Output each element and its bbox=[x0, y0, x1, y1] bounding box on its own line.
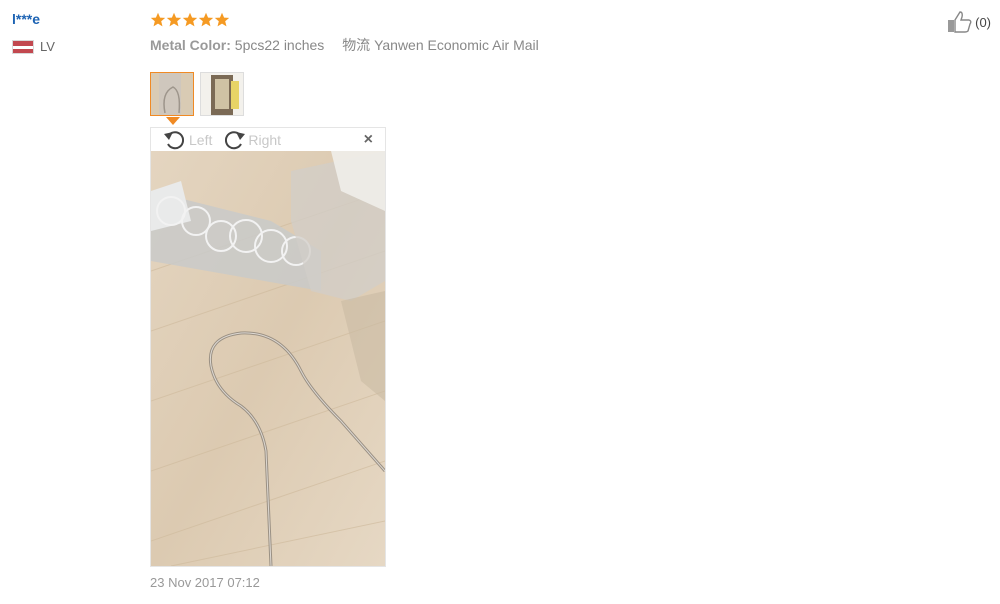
rotate-left-icon bbox=[164, 130, 185, 149]
star-icon bbox=[182, 12, 198, 27]
rotate-left-button[interactable]: Left bbox=[163, 129, 212, 151]
rotate-right-icon bbox=[225, 130, 246, 149]
review-attributes: Metal Color: 5pcs22 inches 物流 Yanwen Eco… bbox=[150, 35, 850, 55]
thumbs-up-icon bbox=[948, 11, 972, 33]
reviewer-country: LV bbox=[12, 39, 55, 54]
active-thumb-indicator bbox=[166, 117, 180, 125]
attr-value: 5pcs22 inches bbox=[234, 37, 325, 53]
star-icon bbox=[150, 12, 166, 27]
image-viewer: Left Right × bbox=[150, 127, 386, 567]
star-icon bbox=[198, 12, 214, 27]
rotate-right-button[interactable]: Right bbox=[222, 129, 281, 151]
star-rating bbox=[150, 10, 850, 30]
review-photo bbox=[151, 151, 385, 566]
review-date: 23 Nov 2017 07:12 bbox=[150, 575, 260, 590]
close-icon[interactable]: × bbox=[364, 131, 373, 149]
attr-key: Metal Color: bbox=[150, 37, 231, 53]
reviewer-info: l***e LV bbox=[12, 10, 55, 54]
flag-latvia-icon bbox=[12, 39, 34, 54]
rotate-right-label: Right bbox=[248, 131, 282, 148]
review-body: Metal Color: 5pcs22 inches 物流 Yanwen Eco… bbox=[150, 10, 850, 55]
review-thumbnails bbox=[150, 72, 250, 116]
star-icon bbox=[214, 12, 230, 27]
review-thumbnail[interactable] bbox=[150, 72, 194, 116]
reviewer-name[interactable]: l***e bbox=[12, 10, 55, 28]
viewer-toolbar: Left Right × bbox=[151, 128, 385, 151]
helpful-button[interactable]: (0) bbox=[947, 10, 991, 34]
country-code: LV bbox=[40, 39, 55, 54]
star-icon bbox=[166, 12, 182, 27]
shipping-method: 物流 Yanwen Economic Air Mail bbox=[342, 37, 539, 53]
helpful-count: (0) bbox=[975, 14, 991, 30]
rotate-left-label: Left bbox=[189, 131, 213, 148]
review-thumbnail[interactable] bbox=[200, 72, 244, 116]
